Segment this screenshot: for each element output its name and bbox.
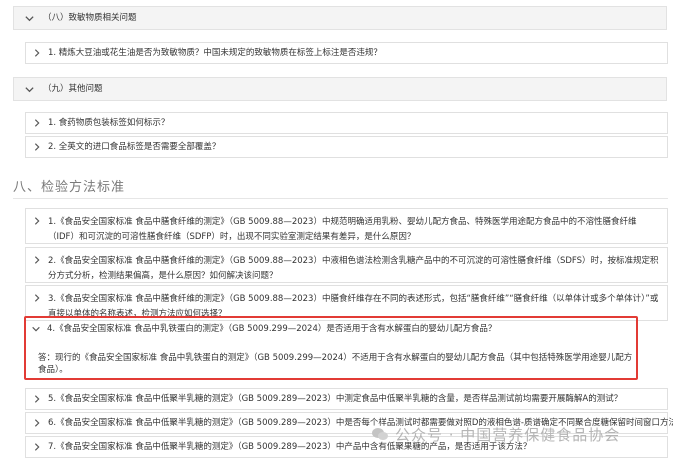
- chevron-right-icon: [34, 419, 40, 427]
- chevron-right-icon: [34, 395, 40, 403]
- chevron-right-icon: [34, 143, 40, 151]
- section-header-other[interactable]: （九）其他问题: [13, 77, 667, 101]
- watermark-text: 公众号 · 中国营养保健食品协会: [395, 426, 621, 444]
- faq-item[interactable]: 5.《食品安全国家标准 食品中低聚半乳糖的测定》（GB 5009.289—202…: [25, 388, 668, 410]
- chevron-right-icon: [34, 119, 40, 127]
- faq-question: 2.《食品安全国家标准 食品中膳食纤维的测定》（GB 5009.88—2023）…: [48, 256, 659, 281]
- faq-question: 1.《食品安全国家标准 食品中膳食纤维的测定》（GB 5009.88—2023）…: [48, 217, 637, 242]
- section-title: （八）致敏物质相关问题: [43, 12, 137, 23]
- highlight-box: [24, 316, 638, 380]
- wechat-icon: [372, 428, 388, 440]
- section-title: （九）其他问题: [43, 83, 103, 94]
- faq-item[interactable]: 1. 精炼大豆油或花生油是否为致敏物质？中国未规定的致敏物质在标签上标注是否违规…: [25, 42, 668, 64]
- faq-question: 5.《食品安全国家标准 食品中低聚半乳糖的测定》（GB 5009.289—202…: [48, 393, 623, 404]
- chapter-title: 八、检验方法标准: [13, 180, 126, 195]
- section-header-allergens[interactable]: （八）致敏物质相关问题: [13, 6, 667, 30]
- faq-item[interactable]: 2.《食品安全国家标准 食品中膳食纤维的测定》（GB 5009.88—2023）…: [25, 247, 668, 283]
- chevron-down-icon: [25, 86, 34, 92]
- chevron-right-icon: [34, 49, 40, 57]
- faq-item[interactable]: 1.《食品安全国家标准 食品中膳食纤维的测定》（GB 5009.88—2023）…: [25, 208, 668, 244]
- faq-item[interactable]: 1. 食药物质包装标签如何标示？: [25, 112, 668, 134]
- faq-question: 1. 精炼大豆油或花生油是否为致敏物质？中国未规定的致敏物质在标签上标注是否违规…: [48, 47, 382, 58]
- chevron-right-icon: [34, 256, 40, 264]
- divider: [13, 198, 668, 199]
- faq-question: 2. 全英文的进口食品标签是否需要全部覆盖？: [48, 141, 221, 152]
- chevron-right-icon: [34, 217, 40, 225]
- chevron-right-icon: [34, 294, 40, 302]
- chevron-down-icon: [25, 15, 34, 21]
- chevron-right-icon: [34, 443, 40, 451]
- faq-item[interactable]: 2. 全英文的进口食品标签是否需要全部覆盖？: [25, 136, 668, 158]
- faq-question: 1. 食药物质包装标签如何标示？: [48, 117, 170, 128]
